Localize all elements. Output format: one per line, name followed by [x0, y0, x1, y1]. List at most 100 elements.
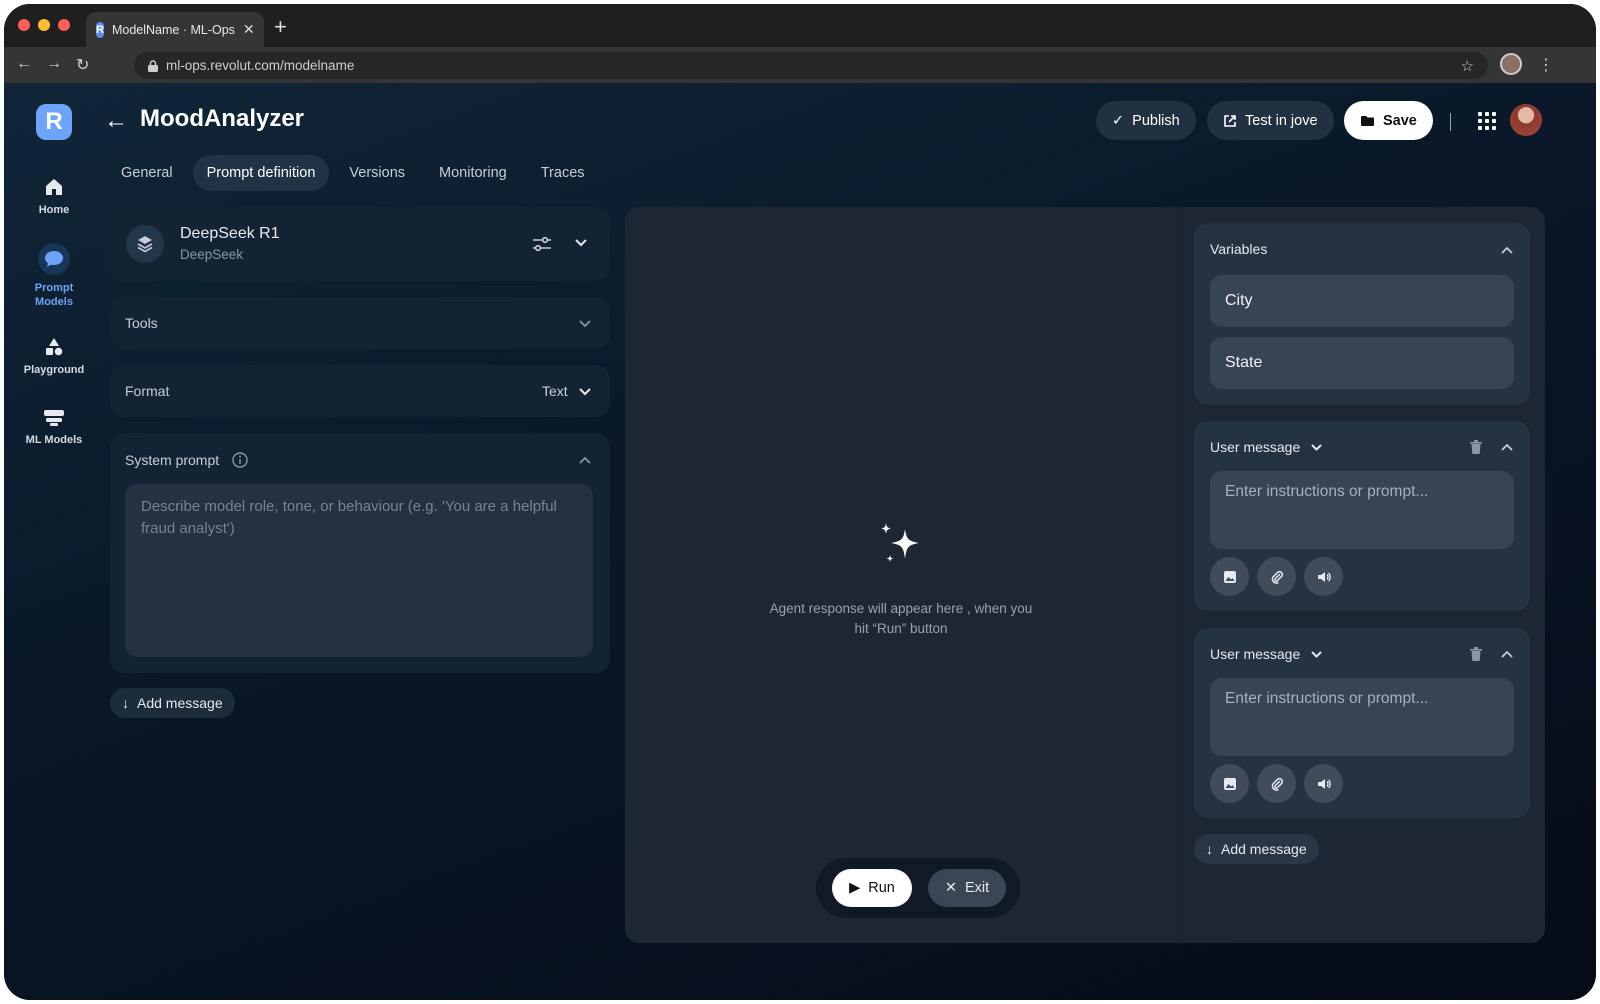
bookmark-star-icon[interactable]: ☆: [1461, 57, 1474, 75]
chevron-down-icon: [1311, 443, 1322, 451]
shapes-icon: [16, 337, 92, 357]
user-message-input[interactable]: Enter instructions or prompt...: [1210, 471, 1514, 549]
external-link-icon: [1224, 114, 1236, 127]
response-line-1: Agent response will appear here , when y…: [769, 601, 1033, 616]
minimize-window-button[interactable]: [38, 19, 50, 31]
response-line-2: hit “Run” button: [854, 621, 948, 636]
arrow-down-icon: ↓: [122, 695, 129, 711]
play-icon: ▶: [849, 880, 861, 896]
page-tabs: General Prompt definition Versions Monit…: [107, 155, 599, 191]
sidebar-item-label: Home: [38, 204, 70, 216]
audio-attach-button[interactable]: [1304, 764, 1343, 803]
message-role-selector[interactable]: User message: [1210, 439, 1323, 455]
trash-icon[interactable]: [1470, 647, 1482, 661]
user-avatar[interactable]: [1510, 104, 1542, 136]
chevron-down-icon[interactable]: [578, 387, 592, 397]
settings-sliders-icon[interactable]: [532, 236, 552, 252]
app-root: R Home Prompt Models Playground ML Model…: [4, 83, 1596, 1000]
model-selector-card[interactable]: DeepSeek R1 DeepSeek: [110, 207, 610, 281]
trash-icon[interactable]: [1470, 440, 1482, 454]
browser-profile-avatar[interactable]: [1500, 53, 1522, 75]
model-provider: DeepSeek: [180, 247, 244, 262]
agent-response-panel: Agent response will appear here , when y…: [625, 207, 1177, 943]
chevron-up-icon[interactable]: [1500, 245, 1514, 255]
format-value[interactable]: Text: [542, 383, 568, 399]
file-attach-button[interactable]: [1257, 557, 1296, 596]
chevron-down-icon[interactable]: [574, 238, 588, 248]
apps-grid-icon[interactable]: [1478, 112, 1496, 130]
image-icon: [1223, 570, 1236, 583]
browser-toolbar: ← → ↻ ml-ops.revolut.com/modelname ☆ ⋮: [4, 47, 1596, 83]
prompt-inputs-panel: Variables City State User message Enter …: [1177, 207, 1545, 943]
audio-attach-button[interactable]: [1304, 557, 1343, 596]
run-button[interactable]: ▶ Run: [832, 869, 912, 907]
message-role-selector[interactable]: User message: [1210, 646, 1323, 662]
app-logo[interactable]: R: [36, 104, 72, 140]
publish-label: Publish: [1132, 112, 1180, 129]
chevron-up-icon[interactable]: [578, 455, 592, 465]
tools-card[interactable]: Tools: [110, 297, 610, 349]
save-button[interactable]: Save: [1344, 101, 1433, 140]
sidebar-item-prompt-models[interactable]: Prompt Models: [16, 243, 92, 309]
paperclip-icon: [1271, 777, 1283, 791]
test-in-jove-button[interactable]: Test in jove: [1207, 101, 1334, 140]
tab-monitoring[interactable]: Monitoring: [425, 155, 521, 191]
folder-icon: [1361, 115, 1374, 126]
sidebar-item-label: ML Models: [25, 434, 83, 446]
close-window-button[interactable]: [18, 19, 30, 31]
variables-card: Variables City State: [1194, 223, 1530, 405]
speaker-icon: [1317, 571, 1331, 582]
variable-state-input[interactable]: State: [1210, 337, 1514, 389]
close-icon: ✕: [944, 880, 957, 896]
address-bar[interactable]: ml-ops.revolut.com/modelname ☆: [134, 52, 1488, 79]
forward-nav-icon[interactable]: →: [46, 55, 62, 73]
back-nav-icon[interactable]: ←: [16, 55, 32, 73]
maximize-window-button[interactable]: [58, 19, 70, 31]
chevron-up-icon[interactable]: [1500, 649, 1514, 659]
system-prompt-input[interactable]: Describe model role, tone, or behaviour …: [125, 484, 593, 657]
paperclip-icon: [1271, 570, 1283, 584]
sidebar-item-label: Playground: [23, 364, 85, 376]
run-label: Run: [868, 880, 895, 896]
tab-close-icon[interactable]: ✕: [243, 21, 255, 38]
file-attach-button[interactable]: [1257, 764, 1296, 803]
exit-label: Exit: [964, 880, 990, 896]
image-icon: [1223, 777, 1236, 790]
header-divider: [1450, 113, 1451, 131]
tab-general[interactable]: General: [107, 155, 187, 191]
tab-traces[interactable]: Traces: [527, 155, 599, 191]
user-message-card: User message Enter instructions or promp…: [1194, 628, 1530, 818]
tab-prompt-definition[interactable]: Prompt definition: [192, 155, 330, 191]
chevron-down-icon[interactable]: [578, 319, 592, 329]
agent-response-placeholder: Agent response will appear here , when y…: [625, 599, 1177, 639]
add-message-button[interactable]: ↓ Add message: [110, 688, 235, 718]
variable-city-input[interactable]: City: [1210, 275, 1514, 327]
image-attach-button[interactable]: [1210, 764, 1249, 803]
message-role-label: User message: [1210, 646, 1301, 662]
sidebar-item-home[interactable]: Home: [16, 177, 92, 217]
new-tab-icon[interactable]: +: [274, 14, 287, 40]
chevron-up-icon[interactable]: [1500, 442, 1514, 452]
info-icon[interactable]: [232, 452, 248, 468]
add-message-button[interactable]: ↓ Add message: [1194, 834, 1319, 864]
user-message-input[interactable]: Enter instructions or prompt...: [1210, 678, 1514, 756]
sidebar-item-playground[interactable]: Playground: [16, 337, 92, 377]
sidebar-item-ml-models[interactable]: ML Models: [16, 409, 92, 447]
chevron-down-icon: [1311, 650, 1322, 658]
image-attach-button[interactable]: [1210, 557, 1249, 596]
tab-title: ModelName · ML-Ops: [111, 22, 235, 37]
add-message-label: Add message: [137, 695, 223, 711]
reload-icon[interactable]: ↻: [76, 55, 89, 75]
save-label: Save: [1383, 112, 1417, 129]
exit-button[interactable]: ✕ Exit: [928, 869, 1006, 907]
back-arrow-icon[interactable]: ←: [104, 107, 128, 135]
check-icon: ✓: [1112, 112, 1125, 129]
add-message-label: Add message: [1221, 841, 1307, 857]
tab-favicon-icon: R: [96, 21, 104, 38]
publish-button[interactable]: ✓ Publish: [1096, 101, 1196, 140]
format-card[interactable]: Format Text: [110, 365, 610, 417]
browser-menu-icon[interactable]: ⋮: [1538, 55, 1554, 75]
browser-tab[interactable]: R ModelName · ML-Ops ✕: [86, 12, 264, 47]
page-title: MoodAnalyzer: [140, 105, 305, 132]
tab-versions[interactable]: Versions: [335, 155, 419, 191]
